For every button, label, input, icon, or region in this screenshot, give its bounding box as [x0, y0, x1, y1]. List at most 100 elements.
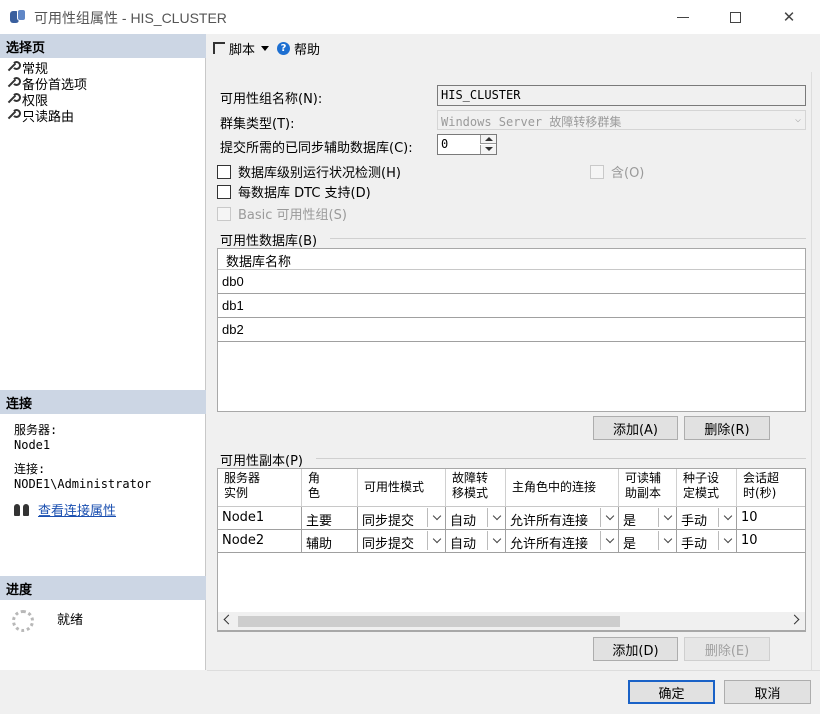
cancel-button[interactable]: 取消 — [724, 680, 811, 704]
col-header-seeding-mode[interactable]: 种子设 定模式 — [677, 469, 737, 507]
script-icon — [213, 42, 225, 54]
chevron-down-icon[interactable] — [718, 531, 736, 550]
required-sync-value: 0 — [441, 137, 449, 151]
title-bar: 可用性组属性 - HIS_CLUSTER ✕ — [0, 0, 820, 34]
table-row[interactable]: db0 — [218, 271, 805, 294]
progress-spinner-icon — [12, 610, 34, 632]
wrench-icon — [6, 61, 21, 73]
db-health-checkbox[interactable]: 数据库级别运行状况检测(H) — [217, 162, 401, 181]
primary-connections-select[interactable]: 允许所有连接 — [506, 530, 619, 553]
chevron-down-icon[interactable] — [427, 531, 445, 550]
col-header-availability-mode[interactable]: 可用性模式 — [358, 469, 446, 507]
dtc-support-checkbox[interactable]: 每数据库 DTC 支持(D) — [217, 182, 371, 201]
ag-name-label: 可用性组名称(N): — [220, 92, 323, 107]
required-sync-stepper[interactable]: 0 — [437, 134, 497, 155]
checkbox-box[interactable] — [217, 164, 231, 179]
col-header-primary-connections[interactable]: 主角色中的连接 — [506, 469, 619, 507]
primary-connections-select[interactable]: 允许所有连接 — [506, 507, 619, 530]
db-health-label: 数据库级别运行状况检测(H) — [238, 166, 401, 181]
ag-name-field[interactable]: HIS_CLUSTER — [437, 85, 806, 106]
table-row[interactable]: db2 — [218, 319, 805, 342]
readable-secondary-value: 是 — [623, 514, 637, 529]
ok-button[interactable]: 确定 — [628, 680, 715, 704]
failover-mode-select[interactable]: 自动 — [446, 530, 506, 553]
chevron-down-icon[interactable] — [718, 508, 736, 527]
failover-mode-value: 自动 — [450, 537, 477, 552]
basic-ag-label: Basic 可用性组(S) — [238, 208, 347, 223]
availability-mode-select[interactable]: 同步提交 — [358, 530, 446, 553]
basic-ag-checkbox: Basic 可用性组(S) — [217, 204, 347, 223]
scroll-left-icon[interactable] — [223, 614, 234, 625]
script-button[interactable]: 脚本 — [229, 39, 255, 58]
group-divider — [316, 458, 806, 459]
connection-header: 连接 — [0, 390, 206, 414]
stepper-up-icon[interactable] — [480, 135, 496, 144]
chevron-down-icon[interactable] — [487, 508, 505, 527]
seeding-mode-value: 手动 — [681, 514, 708, 529]
replica-server-cell[interactable]: Node2 — [218, 530, 302, 553]
failover-mode-select[interactable]: 自动 — [446, 507, 506, 530]
replica-server-cell[interactable]: Node1 — [218, 507, 302, 530]
checkbox-box[interactable] — [217, 184, 231, 199]
close-button[interactable]: ✕ — [766, 0, 812, 34]
wrench-icon — [6, 93, 21, 105]
help-icon: ? — [277, 41, 291, 55]
chevron-down-icon[interactable] — [600, 508, 618, 527]
chevron-down-icon[interactable] — [261, 45, 270, 51]
databases-group-label: 可用性数据库(B) — [220, 234, 318, 249]
add-database-button[interactable]: 添加(A) — [593, 416, 678, 440]
cluster-type-label: 群集类型(T): — [220, 117, 295, 132]
remove-replica-button: 删除(E) — [684, 637, 770, 661]
server-label: 服务器: — [14, 423, 58, 437]
col-header-session-timeout[interactable]: 会话超 时(秒) — [737, 469, 805, 507]
failover-mode-value: 自动 — [450, 514, 477, 529]
checkbox-box — [217, 206, 231, 221]
table-row[interactable]: db1 — [218, 295, 805, 318]
session-timeout-cell[interactable]: 10 — [737, 530, 805, 553]
replica-role-cell[interactable]: 主要 — [302, 507, 358, 530]
col-header-readable-secondary[interactable]: 可读辅 助副本 — [619, 469, 677, 507]
add-replica-button[interactable]: 添加(D) — [593, 637, 678, 661]
db-column-header[interactable]: 数据库名称 — [218, 249, 805, 270]
chevron-down-icon[interactable] — [658, 508, 676, 527]
nav-item-readonly-routing[interactable]: 只读路由 — [6, 107, 87, 125]
chevron-down-icon[interactable] — [487, 531, 505, 550]
col-header-server-instance[interactable]: 服务器 实例 — [218, 469, 302, 507]
wrench-icon — [6, 77, 21, 89]
contained-label: 含(O) — [611, 166, 645, 181]
primary-connections-value: 允许所有连接 — [510, 537, 589, 552]
availability-mode-value: 同步提交 — [362, 537, 415, 552]
horizontal-scrollbar[interactable] — [217, 612, 806, 631]
databases-grid: 数据库名称 db0 db1 db2 — [217, 248, 806, 412]
nav-item-label: 只读路由 — [22, 109, 75, 125]
stepper-down-icon[interactable] — [480, 145, 496, 154]
col-header-failover-mode[interactable]: 故障转 移模式 — [446, 469, 506, 507]
replicas-grid: 服务器 实例 角色 可用性模式 故障转 移模式 主角色中的连接 可读辅 助副本 种子设… — [217, 468, 806, 632]
col-header-role[interactable]: 角色 — [302, 469, 358, 507]
select-page-header: 选择页 — [0, 34, 206, 58]
progress-status: 就绪 — [57, 613, 84, 628]
help-button[interactable]: 帮助 — [294, 39, 320, 58]
minimize-button[interactable] — [660, 0, 706, 34]
chevron-down-icon[interactable] — [427, 508, 445, 527]
chevron-down-icon[interactable] — [658, 531, 676, 550]
seeding-mode-select[interactable]: 手动 — [677, 530, 737, 553]
cluster-type-select: Windows Server 故障转移群集 ⌵ — [437, 110, 806, 130]
readable-secondary-select[interactable]: 是 — [619, 530, 677, 553]
checkbox-box — [590, 164, 604, 179]
contained-checkbox: 含(O) — [590, 162, 644, 181]
availability-mode-select[interactable]: 同步提交 — [358, 507, 446, 530]
seeding-mode-select[interactable]: 手动 — [677, 507, 737, 530]
scroll-right-icon[interactable] — [789, 614, 800, 625]
readable-secondary-select[interactable]: 是 — [619, 507, 677, 530]
chevron-down-icon[interactable] — [600, 531, 618, 550]
maximize-button[interactable] — [712, 0, 758, 34]
replicas-group-label: 可用性副本(P) — [220, 454, 303, 469]
remove-database-button[interactable]: 删除(R) — [684, 416, 770, 440]
view-connection-properties-link[interactable]: 查看连接属性 — [38, 500, 116, 519]
scrollbar-thumb[interactable] — [238, 616, 620, 627]
people-icon — [14, 503, 32, 516]
replica-role-cell[interactable]: 辅助 — [302, 530, 358, 553]
vertical-scrollbar[interactable] — [811, 72, 820, 670]
session-timeout-cell[interactable]: 10 — [737, 507, 805, 530]
